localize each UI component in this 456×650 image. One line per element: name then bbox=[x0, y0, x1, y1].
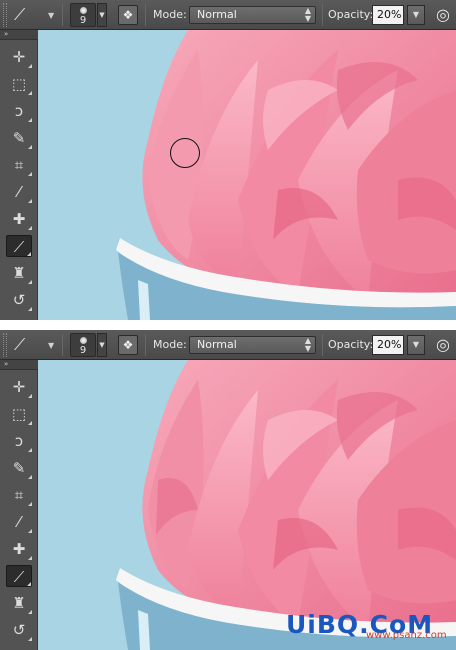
move-tool-icon[interactable]: ✛ bbox=[6, 46, 32, 68]
separator bbox=[145, 4, 146, 26]
move-tool-icon[interactable]: ✛ bbox=[6, 376, 32, 398]
options-bar: ⟋ ▼ 9 ▼ ❖ Mode: Normal ▲ ▼ Opacity: 20% ▼… bbox=[0, 330, 456, 360]
airbrush-icon[interactable]: ◎ bbox=[436, 5, 456, 25]
separator bbox=[62, 334, 63, 356]
brush-tip-icon bbox=[80, 337, 87, 344]
opacity-label: Opacity: bbox=[328, 8, 374, 21]
options-bar: ⟋ ▼ 9 ▼ ❖ Mode: Normal ▲ ▼ Opacity: 20% ▼… bbox=[0, 0, 456, 30]
select-arrows-icon: ▲ ▼ bbox=[304, 336, 311, 353]
opacity-slider-dropdown-icon[interactable]: ▼ bbox=[407, 5, 425, 25]
quick-selection-tool-icon[interactable]: ✎ bbox=[6, 457, 32, 479]
opacity-label: Opacity: bbox=[328, 338, 374, 351]
brush-tool-icon[interactable]: ⟋ bbox=[6, 565, 32, 587]
brush-preset-icon[interactable]: ⟋ bbox=[14, 335, 36, 355]
brush-preset-dropdown-icon[interactable]: ▼ bbox=[48, 341, 54, 350]
history-brush-tool-icon[interactable]: ↺ bbox=[6, 289, 32, 311]
separator bbox=[322, 4, 323, 26]
brush-size-value: 9 bbox=[79, 345, 87, 356]
clone-stamp-tool-icon[interactable]: ♜ bbox=[6, 262, 32, 284]
brush-preset-icon[interactable]: ⟋ bbox=[14, 5, 36, 25]
document-canvas[interactable] bbox=[38, 30, 456, 320]
marquee-tool-icon[interactable]: ⬚ bbox=[6, 73, 32, 95]
frosting-artwork bbox=[116, 360, 456, 650]
brush-cursor-icon bbox=[170, 138, 200, 168]
crop-tool-icon[interactable]: ⌗ bbox=[6, 484, 32, 506]
opacity-input[interactable]: 20% bbox=[372, 335, 404, 355]
toolbox-collapse-icon[interactable]: » bbox=[0, 360, 38, 370]
healing-brush-tool-icon[interactable]: ✚ bbox=[6, 208, 32, 230]
history-brush-tool-icon[interactable]: ↺ bbox=[6, 619, 32, 641]
opacity-input[interactable]: 20% bbox=[372, 5, 404, 25]
brush-panel-toggle-icon[interactable]: ❖ bbox=[118, 5, 138, 25]
brush-size-dropdown-icon[interactable]: ▼ bbox=[97, 3, 107, 27]
document-canvas[interactable] bbox=[38, 360, 456, 650]
marquee-tool-icon[interactable]: ⬚ bbox=[6, 403, 32, 425]
watermark: UiBQ.CoM www.psahz.com bbox=[286, 610, 456, 650]
crop-tool-icon[interactable]: ⌗ bbox=[6, 154, 32, 176]
toolbox-collapse-icon[interactable]: » bbox=[0, 30, 38, 40]
brush-size-picker[interactable]: 9 bbox=[70, 333, 96, 357]
select-arrows-icon: ▲ ▼ bbox=[304, 6, 311, 23]
toolbox: » ✛ ⬚ ↄ ✎ ⌗ ⁄ ✚ ⟋ ♜ ↺ bbox=[0, 30, 38, 320]
watermark-url: www.psahz.com bbox=[366, 630, 447, 641]
mode-label: Mode: bbox=[153, 8, 187, 21]
opacity-slider-dropdown-icon[interactable]: ▼ bbox=[407, 335, 425, 355]
brush-tip-icon bbox=[80, 7, 87, 14]
separator bbox=[62, 4, 63, 26]
mode-select[interactable]: Normal ▲ ▼ bbox=[189, 336, 316, 354]
lasso-tool-icon[interactable]: ↄ bbox=[6, 430, 32, 452]
brush-tool-icon[interactable]: ⟋ bbox=[6, 235, 32, 257]
brush-size-value: 9 bbox=[79, 15, 87, 26]
healing-brush-tool-icon[interactable]: ✚ bbox=[6, 538, 32, 560]
separator bbox=[322, 334, 323, 356]
brush-size-dropdown-icon[interactable]: ▼ bbox=[97, 333, 107, 357]
brush-size-picker[interactable]: 9 bbox=[70, 3, 96, 27]
clone-stamp-tool-icon[interactable]: ♜ bbox=[6, 592, 32, 614]
options-bar-grip[interactable] bbox=[3, 333, 7, 357]
toolbox: » ✛ ⬚ ↄ ✎ ⌗ ⁄ ✚ ⟋ ♜ ↺ bbox=[0, 360, 38, 650]
frosting-artwork bbox=[116, 30, 456, 320]
airbrush-icon[interactable]: ◎ bbox=[436, 335, 456, 355]
lasso-tool-icon[interactable]: ↄ bbox=[6, 100, 32, 122]
mode-select-value: Normal bbox=[197, 8, 237, 21]
mode-label: Mode: bbox=[153, 338, 187, 351]
screenshot-after: ⟋ ▼ 9 ▼ ❖ Mode: Normal ▲ ▼ Opacity: 20% ▼… bbox=[0, 330, 456, 650]
options-bar-grip[interactable] bbox=[3, 3, 7, 27]
brush-preset-dropdown-icon[interactable]: ▼ bbox=[48, 11, 54, 20]
eyedropper-tool-icon[interactable]: ⁄ bbox=[6, 511, 32, 533]
quick-selection-tool-icon[interactable]: ✎ bbox=[6, 127, 32, 149]
screenshot-before: ⟋ ▼ 9 ▼ ❖ Mode: Normal ▲ ▼ Opacity: 20% ▼… bbox=[0, 0, 456, 320]
mode-select[interactable]: Normal ▲ ▼ bbox=[189, 6, 316, 24]
mode-select-value: Normal bbox=[197, 338, 237, 351]
separator bbox=[145, 334, 146, 356]
brush-panel-toggle-icon[interactable]: ❖ bbox=[118, 335, 138, 355]
eyedropper-tool-icon[interactable]: ⁄ bbox=[6, 181, 32, 203]
